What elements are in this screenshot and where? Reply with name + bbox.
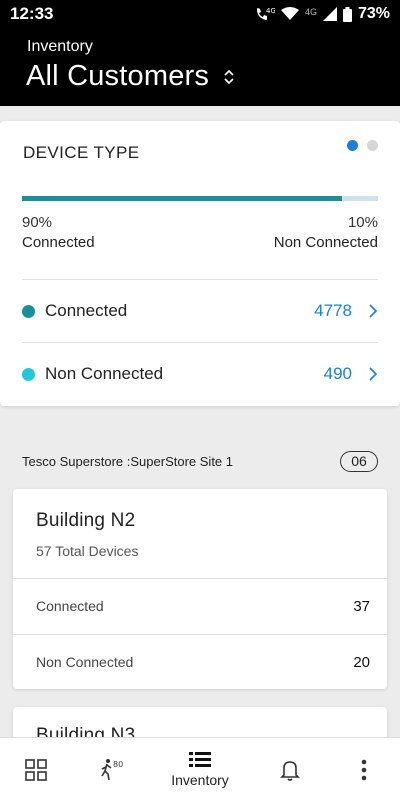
wifi-icon	[280, 7, 299, 20]
building-non-connected-row: Non Connected 20	[36, 635, 370, 689]
battery-percent: 73%	[357, 5, 390, 22]
header-subtitle: Inventory	[27, 38, 93, 55]
non-connected-percent: 10%	[347, 214, 378, 231]
nav-activity[interactable]: 80	[92, 738, 132, 800]
building-connected-label: Connected	[36, 598, 104, 614]
chevron-right-icon[interactable]	[368, 367, 378, 381]
site-name: Tesco Superstore :SuperStore Site 1	[22, 454, 234, 469]
device-type-title: DEVICE TYPE	[23, 143, 140, 162]
connected-count: 4778	[314, 301, 352, 320]
status-bar: 12:33 4G 4G 73%	[0, 0, 400, 28]
page-dot-active[interactable]	[347, 140, 358, 151]
signal-icon	[322, 7, 337, 21]
chevron-right-icon[interactable]	[368, 304, 378, 318]
battery-icon	[342, 6, 352, 22]
non-connected-dot-icon	[22, 367, 35, 381]
more-icon	[361, 759, 367, 780]
divider	[22, 279, 378, 280]
connected-percent: 90%	[22, 214, 53, 231]
app-header: Inventory All Customers	[0, 28, 400, 106]
nav-inventory-label: Inventory	[171, 771, 229, 788]
device-type-card: DEVICE TYPE 90% 10% Connected Non Connec…	[0, 121, 400, 406]
svg-text:80: 80	[113, 760, 123, 769]
nav-dashboard[interactable]	[16, 738, 56, 800]
connected-progress-fill	[22, 196, 343, 201]
non-connected-row-label: Non Connected	[45, 364, 164, 383]
building-card[interactable]: Building N2 57 Total Devices Connected 3…	[13, 489, 387, 689]
status-time: 12:33	[10, 4, 54, 23]
svg-text:4G: 4G	[266, 7, 275, 15]
building-non-connected-label: Non Connected	[36, 654, 134, 670]
network-badge: 4G	[304, 7, 317, 17]
phone-4g-icon: 4G	[256, 7, 275, 20]
divider	[22, 342, 378, 343]
building-connected-row: Connected 37	[36, 579, 370, 633]
page-title[interactable]: All Customers	[26, 60, 209, 93]
connected-row[interactable]: Connected 4778	[22, 281, 378, 341]
sort-arrows-icon[interactable]	[223, 67, 235, 87]
grid-icon	[25, 758, 47, 781]
customer-selector[interactable]: All Customers	[26, 60, 235, 93]
bell-icon	[280, 760, 300, 781]
bottom-navigation: 80 Inventory	[0, 737, 400, 800]
page-dot[interactable]	[367, 140, 378, 151]
building-connected-value: 37	[353, 597, 370, 615]
nav-inventory[interactable]: Inventory	[160, 738, 240, 800]
walker-icon: 80	[101, 758, 123, 780]
connected-percent-label: Connected	[22, 234, 95, 251]
non-connected-count: 490	[323, 364, 352, 383]
nav-notifications[interactable]	[270, 738, 310, 800]
building-total-devices: 57 Total Devices	[36, 543, 139, 559]
connected-row-label: Connected	[45, 301, 128, 320]
non-connected-percent-label: Non Connected	[273, 234, 378, 251]
building-name: Building N2	[36, 510, 136, 531]
non-connected-row[interactable]: Non Connected 490	[22, 344, 378, 404]
connected-progress-bar	[22, 196, 378, 201]
connected-dot-icon	[22, 304, 35, 318]
nav-more[interactable]	[344, 738, 384, 800]
status-icons: 4G 4G 73%	[255, 5, 390, 23]
building-non-connected-value: 20	[353, 653, 370, 671]
list-icon	[189, 751, 211, 767]
site-building-count-badge: 06	[340, 451, 378, 472]
page-indicator	[347, 140, 378, 151]
